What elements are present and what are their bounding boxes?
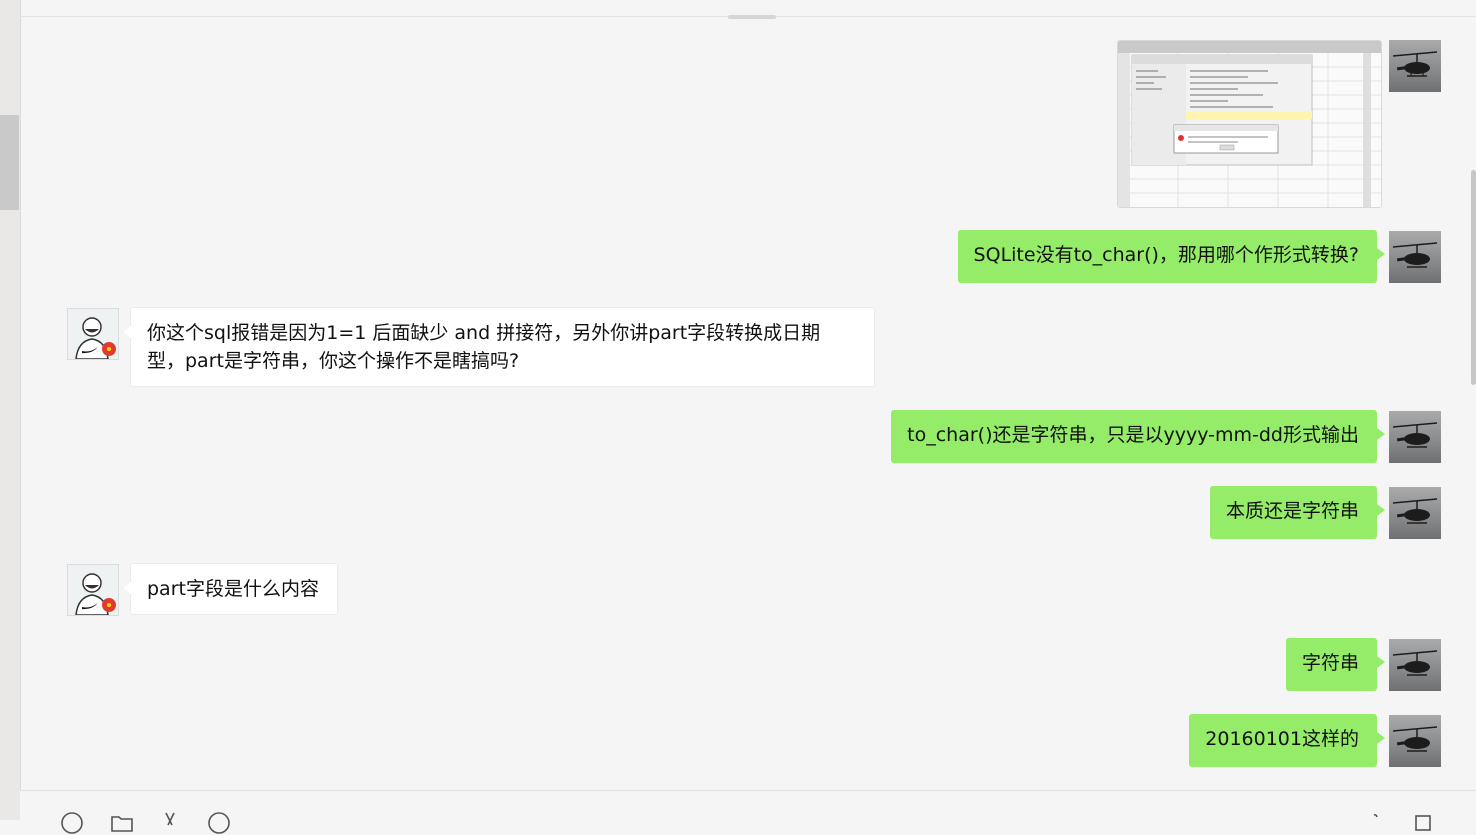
my-avatar[interactable]	[1389, 231, 1441, 283]
my-avatar[interactable]	[1389, 487, 1441, 539]
outgoing-message[interactable]: SQLite没有to_char()，那用哪个作形式转换?	[957, 230, 1386, 283]
screenshot-thumbnail	[1118, 41, 1381, 207]
session-list-scrollbar[interactable]	[0, 115, 19, 210]
outgoing-message[interactable]: to_char()还是字符串，只是以yyyy-mm-dd形式输出	[891, 410, 1385, 463]
helicopter-avatar-icon	[1392, 51, 1438, 77]
person-avatar-icon	[68, 309, 118, 359]
helicopter-avatar-icon	[1392, 242, 1438, 268]
outgoing-message[interactable]: 字符串	[1285, 638, 1386, 691]
person-avatar-icon	[68, 565, 118, 615]
incoming-message[interactable]: 你这个sql报错是因为1=1 后面缺少 and 拼接符，另外你讲part字段转换…	[123, 307, 875, 387]
emoji-icon[interactable]	[60, 811, 84, 835]
video-call-icon[interactable]	[1414, 811, 1438, 835]
helicopter-avatar-icon	[1392, 498, 1438, 524]
my-avatar[interactable]	[1389, 639, 1441, 691]
helicopter-avatar-icon	[1392, 650, 1438, 676]
my-avatar[interactable]	[1389, 40, 1441, 92]
outgoing-message[interactable]: 20160101这样的	[1189, 714, 1385, 767]
session-list-edge	[0, 0, 21, 820]
image-message[interactable]	[1117, 40, 1382, 208]
contact-avatar[interactable]	[67, 308, 119, 360]
input-toolbar	[20, 790, 1476, 834]
contact-avatar[interactable]	[67, 564, 119, 616]
helicopter-avatar-icon	[1392, 726, 1438, 752]
my-avatar[interactable]	[1389, 715, 1441, 767]
chat-history-icon[interactable]	[207, 811, 231, 835]
scissors-icon[interactable]	[158, 811, 182, 835]
outgoing-message[interactable]: 本质还是字符串	[1209, 486, 1386, 539]
helicopter-avatar-icon	[1392, 422, 1438, 448]
folder-icon[interactable]	[110, 811, 134, 835]
chat-message-area: SQLite没有to_char()，那用哪个作形式转换? 你这个sql报错是因为…	[20, 17, 1476, 790]
voice-call-icon[interactable]	[1366, 811, 1390, 835]
my-avatar[interactable]	[1389, 411, 1441, 463]
incoming-message[interactable]: part字段是什么内容	[123, 563, 338, 615]
